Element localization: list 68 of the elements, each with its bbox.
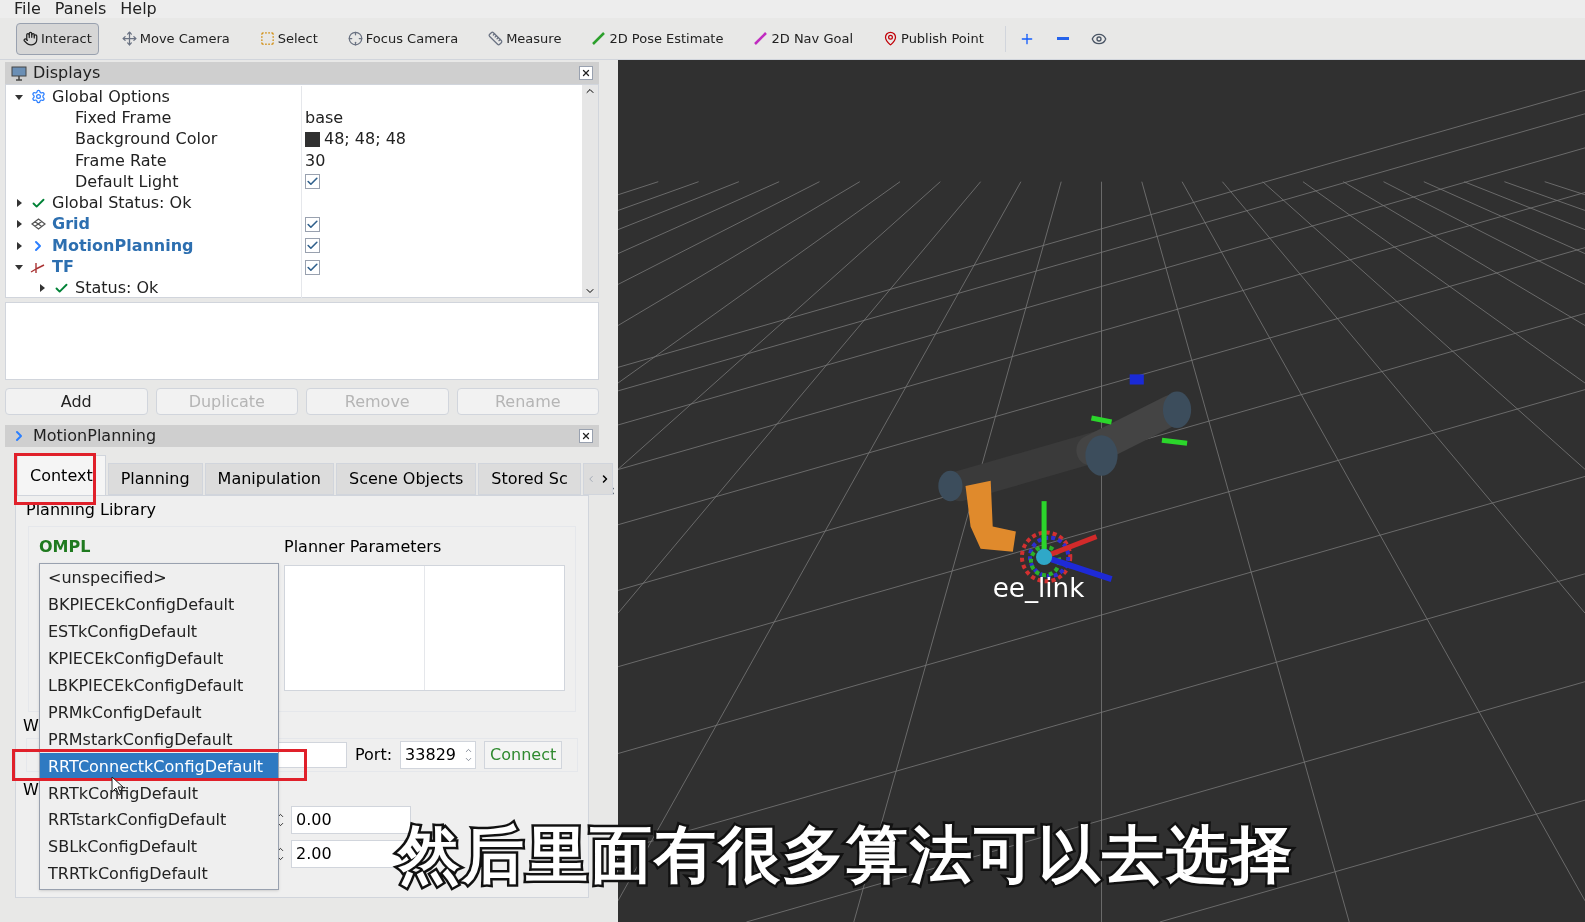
axes-icon — [30, 260, 46, 275]
property-value[interactable]: base — [305, 105, 344, 130]
panel-title: Displays — [33, 62, 102, 84]
menu-item[interactable]: Help — [120, 0, 157, 21]
collapsed-arrow-icon[interactable] — [14, 240, 24, 251]
checkbox[interactable] — [305, 174, 320, 190]
collapsed-arrow-icon[interactable] — [14, 219, 24, 230]
library-label: OMPL — [39, 537, 91, 556]
checkbox[interactable] — [305, 259, 320, 275]
tool-button[interactable]: Focus Camera — [340, 22, 466, 55]
dropdown-option[interactable]: <unspecified> — [40, 565, 278, 592]
menu-item[interactable]: File — [14, 0, 41, 21]
checkbox[interactable] — [305, 216, 320, 232]
dropdown-option[interactable]: RRTConnectkConfigDefault — [40, 753, 278, 781]
tool-button[interactable]: 2D Nav Goal — [746, 22, 860, 55]
monitor-icon — [11, 65, 27, 81]
tool-button[interactable]: Select — [252, 22, 325, 55]
pin-icon — [883, 31, 898, 46]
tool-button[interactable]: Move Camera — [114, 22, 237, 55]
field-label: Port: — [355, 744, 393, 766]
dropdown-option[interactable]: PRMstarkConfigDefault — [40, 726, 278, 754]
tree-item-label[interactable]: TF — [52, 255, 74, 280]
tool-button[interactable]: Interact — [16, 22, 99, 55]
group-label: W — [23, 779, 39, 801]
color-swatch[interactable] — [305, 131, 320, 147]
dropdown-option[interactable]: RRTkConfigDefault — [40, 780, 278, 807]
scrollbar[interactable] — [582, 85, 598, 297]
menu-item[interactable]: Panels — [54, 0, 107, 21]
collapsed-arrow-icon[interactable] — [37, 283, 47, 294]
tool-button[interactable]: Publish Point — [876, 22, 991, 55]
close-icon[interactable] — [579, 429, 593, 443]
group-label: W — [23, 715, 39, 737]
tab[interactable]: Planning — [107, 463, 203, 495]
dropdown-option[interactable]: TRRTkConfigDefault — [40, 860, 278, 888]
panel-title: MotionPlanning — [33, 425, 158, 447]
frame-label: ee_link — [992, 573, 1085, 604]
grid-icon — [30, 218, 46, 231]
dropdown-option[interactable]: RRTstarkConfigDefault — [40, 807, 278, 834]
tab[interactable]: Stored Sc — [478, 463, 581, 495]
tab[interactable]: Scene Objects — [336, 463, 477, 495]
dropdown-option[interactable]: PRMkConfigDefault — [40, 699, 278, 727]
ruler-icon — [488, 31, 504, 46]
collapsed-arrow-icon[interactable] — [14, 198, 24, 209]
crosshair-icon — [347, 31, 363, 46]
gear-icon — [30, 89, 46, 105]
port-spinbox[interactable]: 33829 — [400, 741, 477, 769]
tool-button[interactable]: 2D Pose Estimate — [584, 22, 731, 55]
close-icon[interactable] — [579, 66, 593, 80]
field-label: Planner Parameters — [284, 536, 443, 558]
hand-icon — [23, 31, 38, 46]
host-field[interactable] — [277, 742, 347, 768]
property-value[interactable]: 48; 48; 48 — [324, 127, 407, 152]
square-icon — [259, 31, 275, 46]
dropdown-option[interactable]: SBLkConfigDefault — [40, 833, 278, 861]
dropdown-option[interactable]: LBKPIECEkConfigDefault — [40, 672, 278, 700]
checkbox[interactable] — [305, 238, 320, 254]
tree-item-label[interactable]: Status: Ok — [75, 276, 159, 301]
tab[interactable]: Context — [17, 455, 106, 495]
tool-button[interactable]: Measure — [481, 22, 569, 55]
dropdown-option[interactable]: ESTkConfigDefault — [40, 618, 278, 646]
minus-icon — [1056, 37, 1069, 40]
tab[interactable]: Manipulation — [204, 463, 334, 495]
dropdown-option[interactable]: BKPIECEkConfigDefault — [40, 591, 278, 619]
move-icon — [121, 31, 137, 46]
panel-button[interactable]: Add — [5, 388, 148, 415]
dropdown-option[interactable]: KPIECEkConfigDefault — [40, 645, 278, 673]
property-value[interactable]: 30 — [305, 148, 326, 173]
connect-button[interactable]: Connect — [484, 741, 563, 769]
